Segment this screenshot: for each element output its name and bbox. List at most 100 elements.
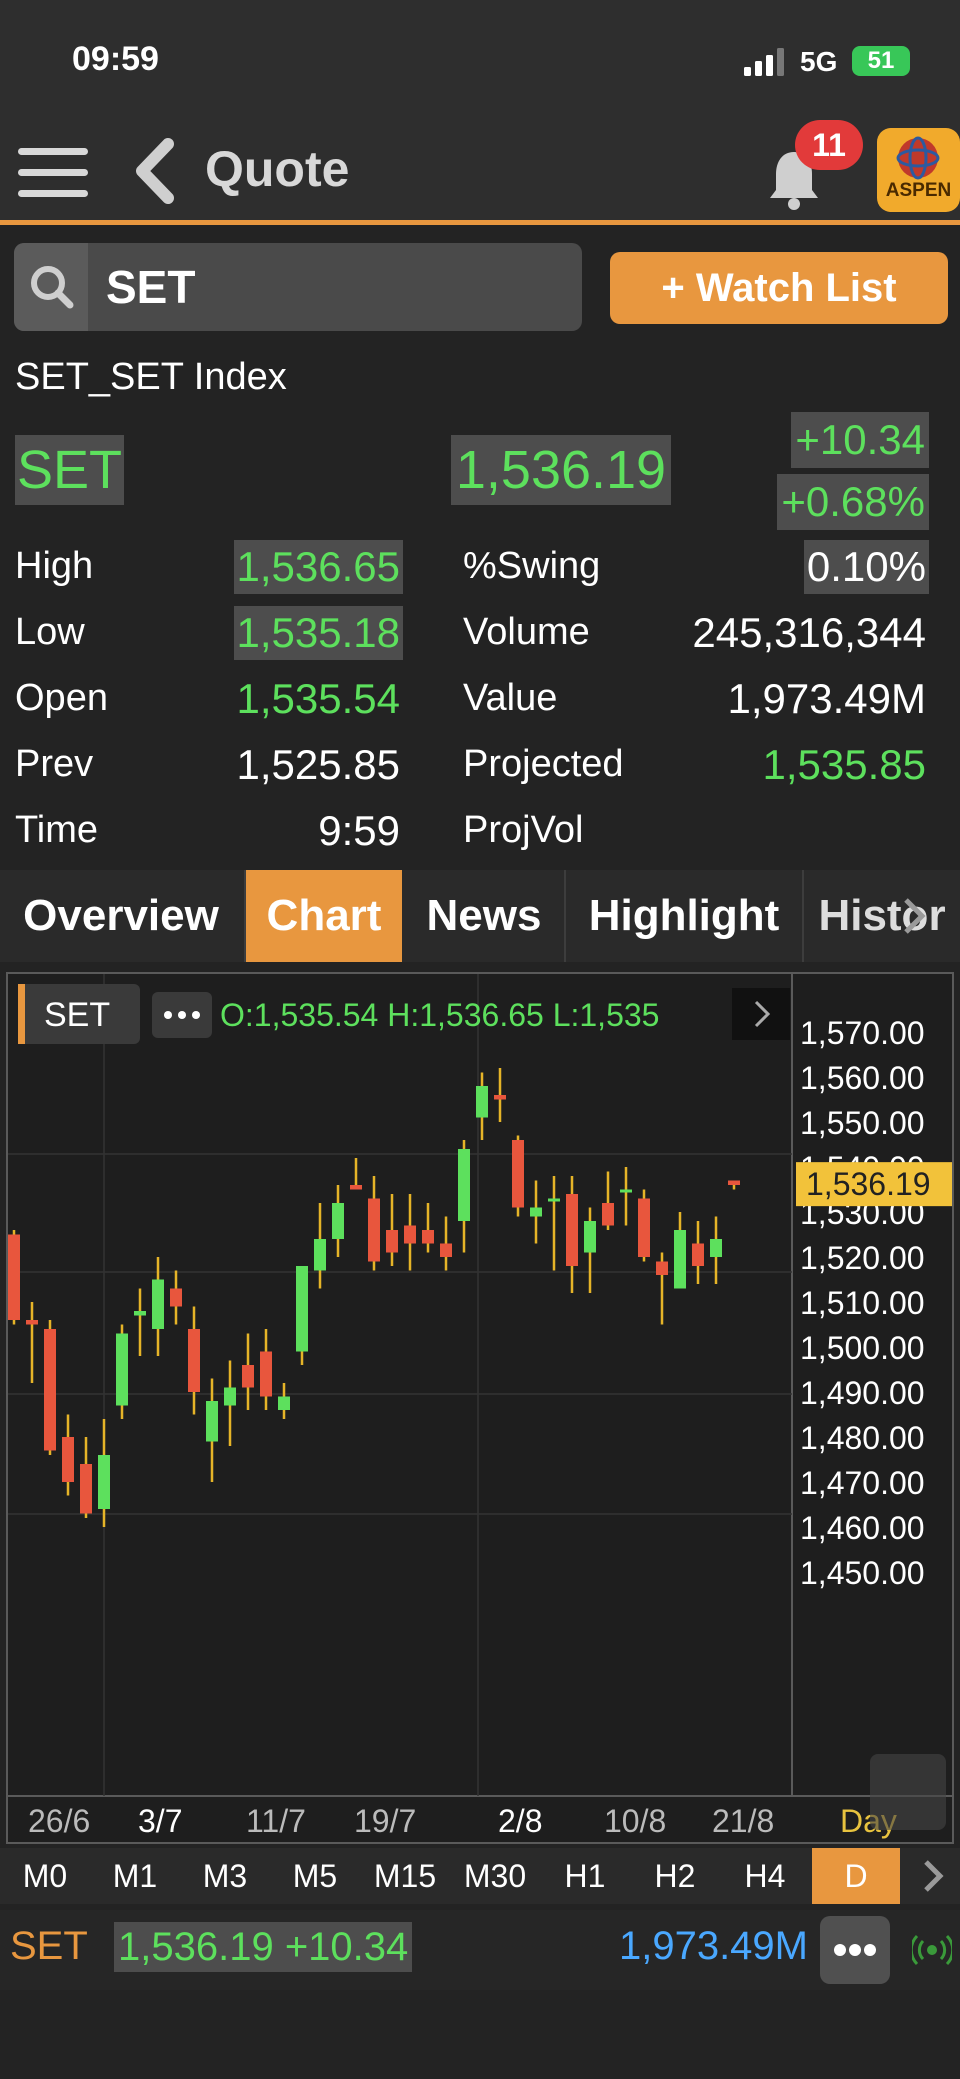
x-tick-label: 2/8 — [498, 1803, 542, 1839]
status-bar: 09:59 5G 51 — [0, 0, 960, 120]
chevron-right-icon[interactable] — [920, 1858, 948, 1894]
low-label: Low — [15, 611, 85, 653]
timeframe-m3[interactable]: M3 — [180, 1848, 270, 1904]
projected-value: 1,535.85 — [762, 741, 927, 788]
y-tick-label: 1,570.00 — [800, 1015, 925, 1051]
swing-value: 0.10% — [803, 540, 929, 594]
candle-body — [296, 1266, 308, 1352]
value-label: Value — [463, 677, 558, 719]
timeframe-h1[interactable]: H1 — [540, 1848, 630, 1904]
candle-body — [566, 1194, 578, 1266]
candle-body — [26, 1320, 38, 1325]
fullscreen-icon — [870, 1754, 946, 1830]
candle-body — [638, 1198, 650, 1257]
candle-body — [206, 1401, 218, 1442]
ticker-value: 1,973.49M — [618, 1924, 808, 1968]
candle-body — [674, 1230, 686, 1289]
x-tick-label: 11/7 — [246, 1803, 306, 1839]
tab-overview[interactable]: Overview — [0, 870, 242, 962]
ellipsis-icon — [834, 1944, 876, 1956]
timeframe-h4[interactable]: H4 — [720, 1848, 810, 1904]
price-chart[interactable]: 1,570.001,560.001,550.001,540.001,530.00… — [6, 972, 954, 1844]
last-price-label: 1,536.19 — [806, 1166, 931, 1202]
candle-body — [242, 1365, 254, 1388]
ticker-bar: SET 1,536.19 +10.34 1,973.49M — [0, 1910, 960, 1990]
projected-label: Projected — [463, 743, 624, 785]
ticker-price-change: 1,536.19 +10.34 — [114, 1922, 413, 1972]
candle-body — [314, 1239, 326, 1271]
page-title: Quote — [205, 141, 350, 197]
candle-body — [350, 1185, 362, 1190]
candle-body — [8, 1234, 20, 1320]
y-tick-label: 1,460.00 — [800, 1510, 925, 1546]
timeframe-h2[interactable]: H2 — [630, 1848, 720, 1904]
ellipsis-dot — [178, 1011, 186, 1019]
projvol-value — [923, 804, 929, 858]
candle-body — [134, 1311, 146, 1316]
ohlc-scroll-bg — [732, 988, 790, 1040]
network-type: 5G — [800, 46, 838, 77]
timeframe-d[interactable]: D — [812, 1848, 900, 1904]
candle-body — [332, 1203, 344, 1239]
candle-body — [188, 1329, 200, 1392]
candle-body — [80, 1464, 92, 1514]
candle-body — [620, 1189, 632, 1193]
back-chevron-icon[interactable] — [130, 138, 182, 204]
tab-highlight[interactable]: Highlight — [566, 870, 802, 962]
candle-body — [422, 1230, 434, 1244]
candlestick-chart[interactable]: 1,570.001,560.001,550.001,540.001,530.00… — [8, 974, 954, 1844]
live-signal-icon — [912, 1934, 952, 1966]
y-tick-label: 1,520.00 — [800, 1240, 925, 1276]
timeframe-m30[interactable]: M30 — [450, 1848, 540, 1904]
y-tick-label: 1,500.00 — [800, 1330, 925, 1366]
add-watch-list-button[interactable]: + Watch List — [610, 252, 948, 324]
tab-chart[interactable]: Chart — [246, 870, 402, 962]
notification-badge[interactable]: 11 — [795, 120, 863, 170]
y-tick-label: 1,510.00 — [800, 1285, 925, 1321]
candle-body — [512, 1140, 524, 1208]
app-header: Quote 11 ASPEN — [0, 120, 960, 225]
projvol-label: ProjVol — [463, 809, 584, 851]
timeframe-bar: M0 M1 M3 M5 M15 M30 H1 H2 H4 D — [0, 1848, 960, 1904]
aspen-logo[interactable]: ASPEN — [877, 128, 960, 212]
time-value: 9:59 — [318, 807, 400, 854]
candle-body — [530, 1207, 542, 1217]
search-input[interactable]: SET — [106, 260, 526, 314]
hamburger-menu-icon[interactable] — [18, 144, 90, 202]
symbol-full-name: SET_SET Index — [15, 356, 287, 398]
candle-body — [260, 1351, 272, 1397]
timeframe-m1[interactable]: M1 — [90, 1848, 180, 1904]
globe-icon — [896, 136, 940, 180]
y-tick-label: 1,550.00 — [800, 1105, 925, 1141]
candle-body — [62, 1437, 74, 1482]
symbol-search[interactable]: SET — [14, 243, 582, 331]
symbol-code: SET — [15, 435, 125, 505]
candle-body — [656, 1261, 668, 1275]
ellipsis-dot — [192, 1011, 200, 1019]
y-tick-label: 1,560.00 — [800, 1060, 925, 1096]
timeframe-m15[interactable]: M15 — [360, 1848, 450, 1904]
candle-body — [44, 1329, 56, 1451]
candle-body — [710, 1239, 722, 1257]
quote-tabs: Overview Chart News Highlight Histor — [0, 870, 960, 962]
x-tick-label: 19/7 — [354, 1803, 416, 1839]
ellipsis-dot — [164, 1011, 172, 1019]
timeframe-m5[interactable]: M5 — [270, 1848, 360, 1904]
timeframe-m0[interactable]: M0 — [0, 1848, 90, 1904]
swing-label: %Swing — [463, 545, 601, 587]
chevron-right-icon — [904, 898, 926, 934]
brand-label: ASPEN — [885, 180, 952, 201]
more-options-button[interactable] — [820, 1916, 890, 1984]
chart-symbol-accent — [18, 984, 25, 1044]
prev-value: 1,525.85 — [236, 741, 401, 788]
prev-label: Prev — [15, 743, 94, 785]
x-tick-label: 10/8 — [604, 1803, 666, 1839]
candle-body — [584, 1221, 596, 1253]
y-tick-label: 1,450.00 — [800, 1555, 925, 1591]
tab-news[interactable]: News — [404, 870, 564, 962]
high-value: 1,536.65 — [233, 540, 403, 594]
candle-body — [278, 1396, 290, 1410]
x-tick-label: 21/8 — [712, 1803, 774, 1839]
value-value: 1,973.49M — [727, 675, 926, 722]
tab-history[interactable]: Histor — [804, 870, 960, 962]
